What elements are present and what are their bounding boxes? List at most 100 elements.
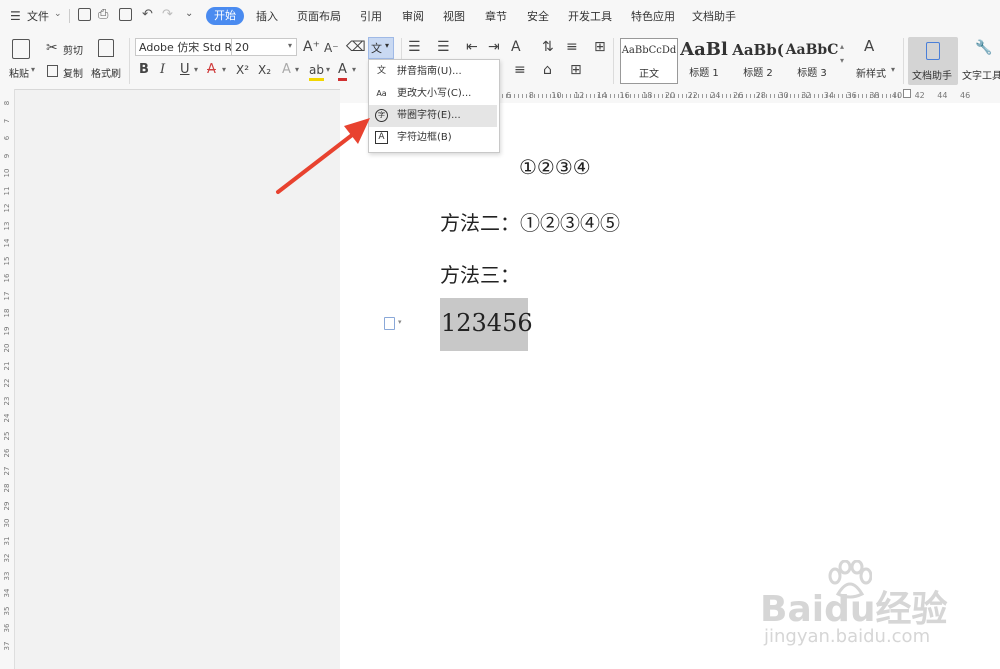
- menu-item-pinyin-guide[interactable]: 文 拼音指南(U)...: [369, 61, 497, 83]
- print-icon[interactable]: ⎙: [98, 7, 108, 22]
- ruler-tick-label: 22: [3, 378, 11, 388]
- undo-icon[interactable]: ↶: [142, 7, 153, 22]
- ruler-tick-label: 29: [3, 501, 11, 510]
- tab-security[interactable]: 安全: [527, 8, 549, 24]
- wrench-icon[interactable]: 🔧: [975, 40, 992, 56]
- superscript-button[interactable]: X²: [236, 62, 249, 78]
- tab-doc-assistant[interactable]: 文档助手: [692, 8, 736, 24]
- style-heading-3[interactable]: AaBbC 标题 3: [785, 38, 839, 82]
- save-icon[interactable]: [78, 8, 91, 21]
- vertical-ruler[interactable]: 8 7 6 9 10 11 12 13 14 15 16 17 18 19 20 21 22 23 24 25 26 27…: [0, 89, 15, 669]
- redo-icon[interactable]: ↷: [162, 7, 173, 22]
- chevron-down-icon[interactable]: ⌄: [54, 9, 62, 19]
- ruler-tick-label: 6: [3, 135, 11, 141]
- ruler-tick-label: 21: [3, 361, 11, 370]
- tab-start[interactable]: 开始: [206, 7, 244, 25]
- tab-chapter[interactable]: 章节: [485, 8, 507, 24]
- underline-button[interactable]: U: [180, 62, 190, 78]
- chevron-down-icon[interactable]: ▾: [891, 65, 895, 74]
- print-preview-icon[interactable]: [119, 8, 132, 21]
- ruler-tick-label: 31: [3, 536, 11, 545]
- watermark: Baidu经验 jingyan.baidu.com: [760, 560, 990, 660]
- tab-page-layout[interactable]: 页面布局: [297, 8, 341, 24]
- clear-format-icon[interactable]: ⌫: [346, 39, 366, 55]
- decrease-font-icon[interactable]: A⁻: [324, 40, 339, 56]
- outdent-icon[interactable]: ⇤: [466, 39, 478, 55]
- new-style-button[interactable]: 新样式: [856, 65, 886, 80]
- chevron-down-icon[interactable]: ▾: [222, 65, 226, 74]
- numbered-list-icon[interactable]: ☰: [437, 39, 450, 55]
- menu-item-label: 字符边框(B): [397, 132, 452, 143]
- new-style-icon[interactable]: A: [864, 38, 874, 54]
- ruler-tick-label: 25: [3, 431, 11, 440]
- font-name-select[interactable]: Adobe 仿宋 Std R: [135, 38, 232, 56]
- highlight-icon[interactable]: ab: [309, 62, 324, 81]
- font-color-icon[interactable]: A: [338, 62, 347, 81]
- table-icon[interactable]: ⊞: [594, 39, 606, 55]
- menu-item-character-border[interactable]: A 字符边框(B): [369, 127, 497, 149]
- format-painter-button[interactable]: 格式刷: [91, 65, 121, 80]
- menu-file[interactable]: 文件: [27, 8, 49, 24]
- style-preview: AaBb(: [732, 41, 784, 59]
- ruler-tick-label: 20: [3, 343, 11, 353]
- ruler-tick-label: 12: [3, 203, 11, 213]
- doc-line-enclosed-numbers[interactable]: ①②③④: [519, 155, 591, 179]
- tab-view[interactable]: 视图: [443, 8, 465, 24]
- bold-button[interactable]: B: [139, 62, 149, 78]
- tab-references[interactable]: 引用: [360, 8, 382, 24]
- style-heading-2[interactable]: AaBb( 标题 2: [731, 38, 785, 82]
- chevron-down-icon[interactable]: ▾: [326, 65, 330, 74]
- ruler-tick-label: 44: [937, 91, 948, 100]
- border-icon[interactable]: ⊞: [570, 62, 582, 78]
- scissors-icon[interactable]: ✂: [46, 40, 58, 56]
- text-tools-button[interactable]: 文字工具: [962, 67, 1000, 82]
- ruler-tick-label: 12: [574, 91, 585, 100]
- indent-icon[interactable]: ⇥: [488, 39, 500, 55]
- doc-line-selected-digits[interactable]: 123456: [441, 309, 533, 337]
- chevron-down-icon[interactable]: ▾: [352, 65, 356, 74]
- doc-line-method-2[interactable]: 方法二：①②③④⑤: [440, 207, 620, 236]
- paste-icon[interactable]: [12, 39, 30, 59]
- paste-button[interactable]: 粘贴: [9, 65, 29, 80]
- style-heading-1[interactable]: AaBl 标题 1: [677, 38, 731, 82]
- line-spacing-icon[interactable]: ≡: [566, 39, 578, 55]
- chevron-down-icon[interactable]: ▾: [385, 41, 389, 50]
- menu-item-label: 拼音指南(U)...: [397, 66, 462, 77]
- paragraph-options-icon[interactable]: [384, 317, 395, 330]
- customize-icon[interactable]: ⌄: [185, 8, 193, 19]
- copy-icon[interactable]: [47, 65, 58, 77]
- ruler-tick-label: 34: [823, 91, 834, 100]
- menu-item-enclosed-characters[interactable]: 字 带圈字符(E)...: [369, 105, 497, 127]
- italic-button[interactable]: I: [160, 62, 165, 78]
- shading-icon[interactable]: ⌂: [543, 62, 552, 78]
- tab-special-apps[interactable]: 特色应用: [631, 8, 675, 24]
- doc-line-method-3[interactable]: 方法三：: [440, 259, 520, 288]
- copy-button[interactable]: 复制: [63, 65, 83, 80]
- style-normal[interactable]: AaBbCcDd 正文: [620, 38, 678, 84]
- menu-item-change-case[interactable]: Aa 更改大小写(C)...: [369, 83, 497, 105]
- tab-insert[interactable]: 插入: [256, 8, 278, 24]
- subscript-button[interactable]: X₂: [258, 62, 271, 78]
- chevron-down-icon[interactable]: ▾: [31, 65, 35, 74]
- bullet-list-icon[interactable]: ☰: [408, 39, 421, 55]
- chevron-down-icon[interactable]: ▾: [194, 65, 198, 74]
- sort-icon[interactable]: ⇅: [542, 39, 554, 55]
- format-painter-icon[interactable]: [98, 39, 114, 57]
- chevron-down-icon[interactable]: ▾: [288, 41, 292, 50]
- tab-developer[interactable]: 开发工具: [568, 8, 612, 24]
- hamburger-icon[interactable]: ☰: [10, 9, 21, 23]
- text-effect-icon[interactable]: A: [282, 62, 291, 78]
- chevron-down-icon[interactable]: ▾: [398, 318, 402, 326]
- increase-font-icon[interactable]: A⁺: [303, 39, 320, 55]
- ruler-tick-label: 20: [664, 91, 676, 100]
- tab-review[interactable]: 审阅: [402, 8, 424, 24]
- style-label: 标题 3: [797, 68, 827, 79]
- align-justify-icon[interactable]: ≡: [514, 62, 526, 78]
- strikethrough-button[interactable]: A: [207, 62, 216, 78]
- ruler-tick-label: 18: [642, 91, 653, 100]
- styles-scroll-icon[interactable]: ▴ ▾: [840, 40, 844, 68]
- text-direction-icon[interactable]: A: [511, 39, 521, 55]
- watermark-url: jingyan.baidu.com: [764, 626, 931, 647]
- cut-button[interactable]: 剪切: [63, 42, 83, 57]
- chevron-down-icon[interactable]: ▾: [295, 65, 299, 74]
